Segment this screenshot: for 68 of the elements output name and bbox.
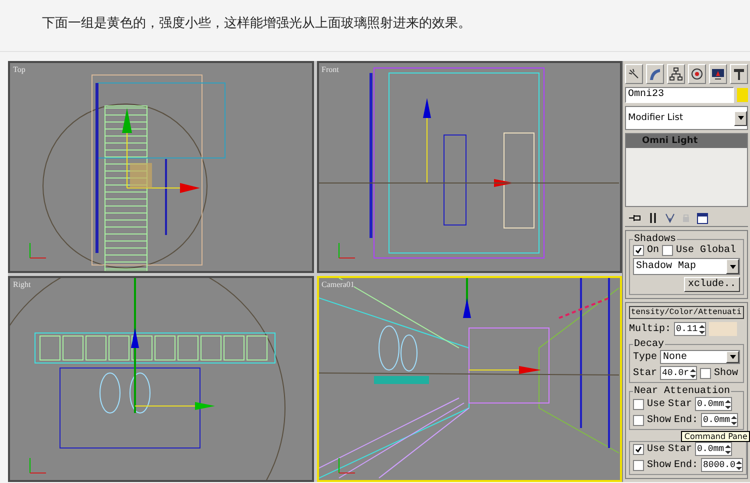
spinner-field[interactable]: 0.0mm <box>701 413 738 427</box>
group-title: Decay <box>633 339 666 350</box>
rollout-title[interactable]: tensity/Color/Attenuati <box>629 306 744 319</box>
arc-icon[interactable] <box>646 64 664 84</box>
group-title: Shadows <box>633 234 676 245</box>
checkbox[interactable] <box>633 414 644 426</box>
spinner-arrows-icon[interactable] <box>725 444 732 454</box>
caption-text: 下面一组是黄色的，强度小些，这样能增强光从上面玻璃照射进来的效果。 <box>42 15 471 32</box>
spinner-field[interactable]: 0.11 <box>674 322 706 336</box>
spinner-field[interactable]: 0.0mm <box>695 397 732 411</box>
monitor-icon[interactable] <box>709 64 727 84</box>
dropdown-arrow-icon[interactable] <box>738 116 744 120</box>
stack-item[interactable]: Omni Light <box>626 134 747 148</box>
bars-icon[interactable] <box>648 212 658 224</box>
start-label: Star <box>668 444 692 454</box>
object-name-field[interactable]: Omni23 <box>625 87 734 103</box>
start-label: Star <box>633 368 658 378</box>
spinner-arrows-icon[interactable] <box>690 368 696 378</box>
checkbox[interactable] <box>633 460 644 470</box>
group-title: Near Attenuation <box>633 386 732 397</box>
fork-icon[interactable] <box>665 213 675 223</box>
checkbox-label: On <box>647 245 660 256</box>
end-label: End: <box>674 460 698 470</box>
checkbox-label: Show <box>647 414 672 426</box>
axis-icon <box>338 242 355 258</box>
viewport-label: Right <box>13 280 31 289</box>
checkbox[interactable] <box>633 398 644 410</box>
modifier-list-dropdown[interactable]: Modifier List <box>625 106 748 130</box>
spinner-field[interactable]: 8000.0 <box>701 458 744 472</box>
color-swatch[interactable] <box>737 88 748 102</box>
spinner-field[interactable]: 40.0r <box>660 366 698 380</box>
checkbox-label: Use <box>647 444 666 454</box>
spinner-arrows-icon[interactable] <box>725 400 732 408</box>
color-swatch[interactable] <box>708 322 737 336</box>
viewport-label: Camera01 <box>322 280 354 289</box>
checkbox-label: Use Global <box>676 245 736 256</box>
start-label: Star <box>668 398 692 410</box>
end-label: End: <box>674 414 698 426</box>
wheel-icon[interactable] <box>688 64 706 84</box>
checkbox-label: Show <box>714 368 738 378</box>
pin-icon[interactable] <box>629 213 641 223</box>
checkbox[interactable] <box>700 368 712 378</box>
checkbox[interactable] <box>662 245 674 256</box>
checkbox[interactable] <box>633 444 644 454</box>
axis-icon <box>30 242 46 258</box>
spinner-arrows-icon[interactable] <box>698 324 705 334</box>
viewport-label: Front <box>322 65 339 74</box>
axis-icon <box>30 458 46 474</box>
spinner-arrows-icon[interactable] <box>736 460 742 470</box>
window-icon[interactable] <box>697 212 708 224</box>
dropdown-arrow-icon[interactable] <box>730 355 736 359</box>
tooltip: Command Pane <box>681 431 750 442</box>
checkbox[interactable] <box>633 245 644 256</box>
spinner-field[interactable]: 0.0mm <box>695 442 732 456</box>
shadow-type-dropdown[interactable]: Shadow Map <box>633 258 740 275</box>
hammer-icon[interactable] <box>730 64 748 84</box>
checkbox-label: Use <box>647 398 666 410</box>
spinner-arrows-icon[interactable] <box>731 416 738 424</box>
multiplier-label: Multip: <box>629 324 672 334</box>
type-label: Type <box>633 352 658 362</box>
create-icon[interactable] <box>625 64 643 84</box>
viewport-label: Top <box>13 65 26 74</box>
exclude-button[interactable]: xclude.. <box>684 277 740 292</box>
hierarchy-icon[interactable] <box>667 64 685 84</box>
axis-icon <box>338 458 355 474</box>
checkbox-label: Show <box>647 460 672 470</box>
dropdown-arrow-icon[interactable] <box>730 264 736 268</box>
decay-type-dropdown[interactable]: None <box>660 350 740 364</box>
